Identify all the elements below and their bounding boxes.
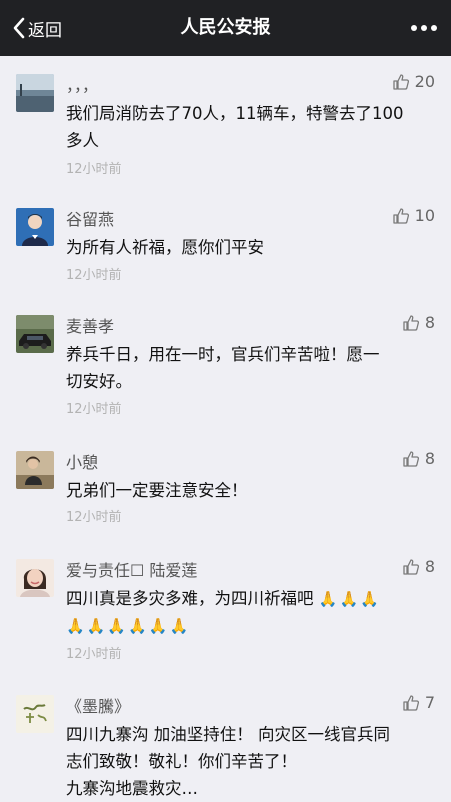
comment-text: 我们局消防去了70人，11辆车，特警去了100 多人 xyxy=(66,104,404,150)
avatar[interactable] xyxy=(16,451,54,489)
commenter-name: 小憩 xyxy=(66,453,99,472)
thumbs-up-icon xyxy=(392,73,409,90)
praying-hands-emoji: 🙏 xyxy=(66,617,85,635)
like-count: 7 xyxy=(424,693,435,712)
commenter-name: ，，， xyxy=(66,76,99,95)
comment-time: 12小时前 xyxy=(66,268,122,283)
comment-text: 四川真是多灾多难，为四川祈福吧 🙏 🙏 🙏 🙏 🙏 🙏 🙏 🙏 🙏 xyxy=(66,585,436,639)
praying-hands-emoji-group: 🙏 🙏 🙏 🙏 🙏 🙏 xyxy=(66,612,436,639)
avatar[interactable] xyxy=(16,315,54,353)
like-count: 10 xyxy=(414,206,435,225)
chevron-left-icon xyxy=(13,17,25,39)
comment-time: 12小时前 xyxy=(66,647,122,662)
more-dots-icon xyxy=(411,25,417,31)
comment-text: 四川九寨沟 加油坚持住！ 向灾区一线官兵同 志们致敬！敬礼！你们辛苦了！ 九寨沟… xyxy=(66,725,390,798)
commenter-name: 《墨騰》 xyxy=(66,697,131,716)
comment-item: 爱与责任☐ 陆爱莲 8 四川真是多灾多难，为四川祈福吧 🙏 🙏 🙏 🙏 🙏 🙏 🙏 🙏 🙏 1… xyxy=(0,541,451,677)
like-button[interactable]: 8 xyxy=(403,449,435,468)
comment-time: 12小时前 xyxy=(66,402,122,417)
thumbs-up-icon xyxy=(403,314,419,331)
comment-item: 麦善孝 8 养兵千日，用在一时，官兵们辛苦啦！愿一 切安好。 12小时前 xyxy=(0,297,451,433)
commenter-name: 麦善孝 xyxy=(66,317,115,336)
like-count: 8 xyxy=(424,313,435,332)
page-title: 人民公安报 xyxy=(180,17,271,38)
praying-hands-emoji: 🙏 xyxy=(128,617,147,635)
avatar[interactable] xyxy=(16,695,54,733)
comment-item: 《墨騰》 7 四川九寨沟 加油坚持住！ 向灾区一线官兵同 志们致敬！敬礼！你们辛… xyxy=(0,677,451,798)
like-count: 8 xyxy=(424,449,435,468)
more-button[interactable] xyxy=(411,18,437,38)
avatar[interactable] xyxy=(16,559,54,597)
like-count: 8 xyxy=(424,557,435,576)
thumbs-up-icon xyxy=(392,207,409,224)
praying-hands-emoji: 🙏 xyxy=(148,617,168,635)
praying-hands-emoji-group: 🙏 🙏 🙏 xyxy=(319,589,381,608)
avatar[interactable] xyxy=(16,208,54,246)
comment-text: 养兵千日，用在一时，官兵们辛苦啦！愿一 切安好。 xyxy=(66,345,380,391)
comment-text: 为所有人祈福，愿你们平安 xyxy=(66,238,264,257)
praying-hands-emoji: 🙏 xyxy=(318,590,338,608)
comment-item: 谷留燕 10 为所有人祈福，愿你们平安 12小时前 xyxy=(0,190,451,297)
like-button[interactable]: 7 xyxy=(403,693,435,712)
commenter-name: 爱与责任☐ 陆爱莲 xyxy=(66,561,198,580)
thumbs-up-icon xyxy=(403,558,419,575)
comment-text: 兄弟们一定要注意安全！ xyxy=(66,481,248,500)
like-button[interactable]: 8 xyxy=(403,313,435,332)
back-label: 返回 xyxy=(28,20,62,41)
praying-hands-emoji: 🙏 xyxy=(360,590,379,608)
like-button[interactable]: 10 xyxy=(392,206,435,225)
comment-time: 12小时前 xyxy=(66,162,122,177)
like-button[interactable]: 20 xyxy=(392,72,435,91)
praying-hands-emoji: 🙏 xyxy=(107,617,127,635)
like-count: 20 xyxy=(414,72,435,91)
thumbs-up-icon xyxy=(403,450,419,467)
commenter-name: 谷留燕 xyxy=(66,210,115,229)
like-button[interactable]: 8 xyxy=(403,557,435,576)
avatar[interactable] xyxy=(16,74,54,112)
praying-hands-emoji: 🙏 xyxy=(169,617,189,635)
back-button[interactable]: 返回 xyxy=(12,0,62,56)
comment-item: ，，， 20 我们局消防去了70人，11辆车，特警去了100 多人 12小时前 xyxy=(0,56,451,190)
praying-hands-emoji: 🙏 xyxy=(86,617,106,635)
navigation-bar: 返回 人民公安报 xyxy=(0,0,451,56)
comment-time: 12小时前 xyxy=(66,510,122,525)
thumbs-up-icon xyxy=(403,694,419,711)
praying-hands-emoji: 🙏 xyxy=(339,590,359,608)
comment-item: 小憩 8 兄弟们一定要注意安全！ 12小时前 xyxy=(0,433,451,541)
